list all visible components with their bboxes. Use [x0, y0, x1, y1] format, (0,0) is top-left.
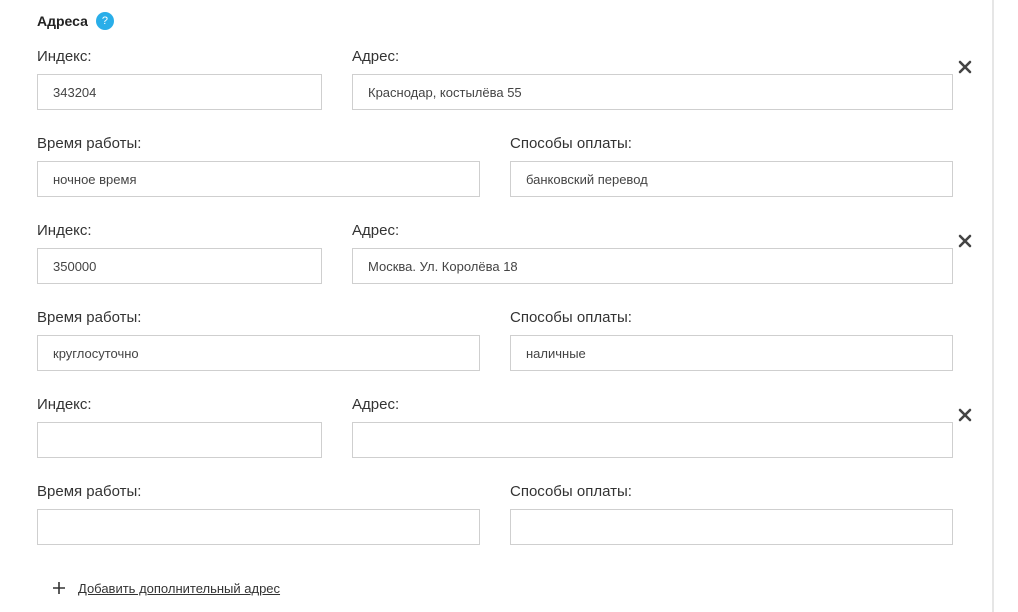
plus-icon: [53, 582, 65, 594]
index-label: Индекс:: [37, 396, 92, 413]
index-field[interactable]: 350000: [37, 248, 322, 284]
payment-field[interactable]: [510, 509, 953, 545]
page: Адреса ? Индекс: Адрес: 343204 Краснодар…: [0, 0, 1018, 612]
address-field[interactable]: [352, 422, 953, 458]
payment-label: Способы оплаты:: [510, 309, 632, 326]
hours-field[interactable]: [37, 509, 480, 545]
index-label: Индекс:: [37, 222, 92, 239]
index-field[interactable]: [37, 422, 322, 458]
address-label: Адрес:: [352, 222, 400, 239]
address-label: Адрес:: [352, 48, 400, 65]
close-icon: [958, 408, 972, 422]
index-label: Индекс:: [37, 48, 92, 65]
hours-label: Время работы:: [37, 135, 142, 152]
payment-label: Способы оплаты:: [510, 135, 632, 152]
index-field[interactable]: 343204: [37, 74, 322, 110]
hours-label: Время работы:: [37, 309, 142, 326]
address-block: Индекс: Адрес: 350000 Москва. Ул. Королё…: [0, 174, 1018, 371]
remove-address-button[interactable]: [957, 59, 973, 75]
address-block: Индекс: Адрес: 343204 Краснодар, костылё…: [0, 0, 1018, 197]
address-block: Индекс: Адрес: Время работы: Способы опл…: [0, 348, 1018, 545]
remove-address-button[interactable]: [957, 233, 973, 249]
close-icon: [958, 234, 972, 248]
add-address-button[interactable]: Добавить дополнительный адрес: [52, 578, 280, 598]
address-label: Адрес:: [352, 396, 400, 413]
close-icon: [958, 60, 972, 74]
address-field[interactable]: Краснодар, костылёва 55: [352, 74, 953, 110]
hours-label: Время работы:: [37, 483, 142, 500]
add-address-link[interactable]: Добавить дополнительный адрес: [78, 581, 280, 596]
address-field[interactable]: Москва. Ул. Королёва 18: [352, 248, 953, 284]
remove-address-button[interactable]: [957, 407, 973, 423]
payment-label: Способы оплаты:: [510, 483, 632, 500]
